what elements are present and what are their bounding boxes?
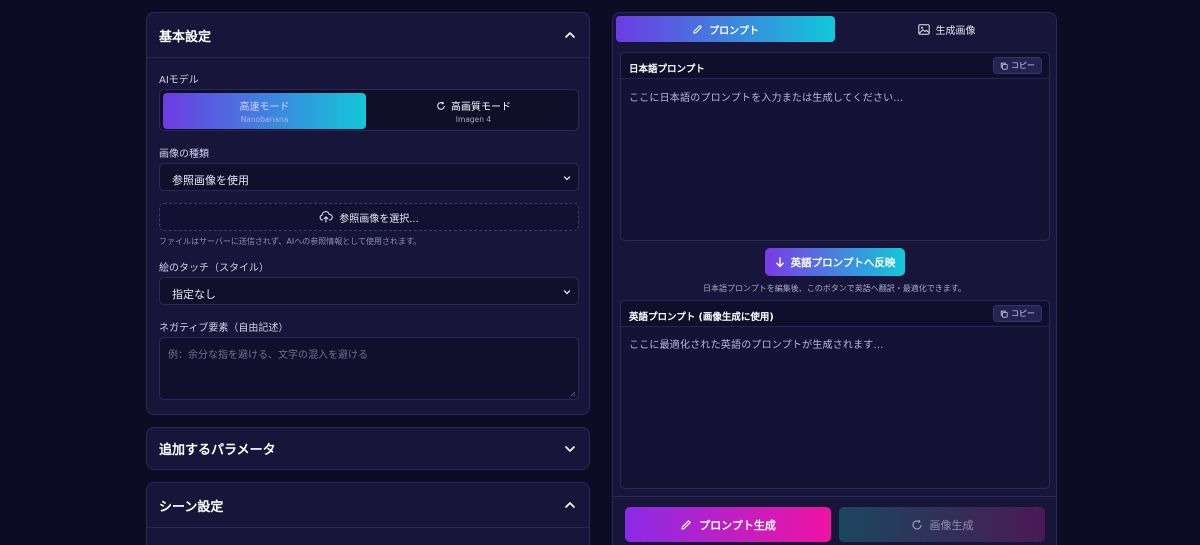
- reflect-button[interactable]: 英語プロンプトへ反映: [765, 248, 905, 276]
- resize-handle-icon[interactable]: [570, 391, 576, 397]
- image-generate-label: 画像生成: [929, 518, 974, 532]
- jp-prompt-box: 日本語プロンプト コピー ここに日本語のプロンプトを入力または生成してください.…: [620, 52, 1050, 241]
- header-divider: [147, 527, 589, 528]
- chevron-down-icon: [563, 176, 571, 181]
- pencil-icon: [693, 24, 702, 34]
- prompt-generate-button[interactable]: プロンプト生成: [625, 507, 831, 542]
- negative-textarea[interactable]: 例：余分な指を避ける、文字の混入を避ける: [159, 337, 579, 400]
- scene-header[interactable]: シーン設定: [147, 483, 589, 527]
- basic-settings-panel: 基本設定 AIモデル 高速モード Nanobanana 高画質モード Image…: [146, 12, 590, 415]
- params-panel[interactable]: 追加するパラメータ: [146, 427, 590, 470]
- chevron-up-icon: [565, 502, 575, 508]
- model-hq-button[interactable]: 高画質モード Imagen 4: [370, 93, 577, 129]
- en-prompt-box: 英語プロンプト (画像生成に使用) コピー ここに最適化された英語のプロンプトが…: [620, 300, 1050, 489]
- jp-copy-button[interactable]: コピー: [993, 57, 1042, 74]
- image-type-label: 画像の種類: [159, 149, 209, 160]
- style-label: 絵のタッチ（スタイル）: [159, 263, 269, 274]
- basic-settings-title: 基本設定: [159, 29, 212, 45]
- en-copy-button[interactable]: コピー: [993, 305, 1042, 322]
- arrow-down-icon: [775, 256, 784, 267]
- image-icon: [917, 23, 930, 35]
- en-prompt-placeholder[interactable]: ここに最適化された英語のプロンプトが生成されます...: [629, 336, 884, 351]
- ai-model-toggle: 高速モード Nanobanana 高画質モード Imagen 4: [159, 89, 579, 131]
- model-hq-label: 高画質モード: [451, 102, 511, 113]
- copy-icon: [1000, 62, 1008, 70]
- params-title: 追加するパラメータ: [159, 443, 276, 458]
- upload-icon: [319, 211, 333, 223]
- reflect-label: 英語プロンプトへ反映: [790, 256, 896, 269]
- negative-label: ネガティブ要素（自由記述）: [159, 323, 289, 334]
- chevron-down-icon: [563, 290, 571, 295]
- chevron-up-icon: [565, 32, 575, 38]
- model-fast-sub: Nanobanana: [240, 115, 289, 124]
- reflect-hint: 日本語プロンプトを編集後、このボタンで英語へ翻訳・最適化できます。: [703, 284, 966, 293]
- tab-prompt-label: プロンプト: [709, 25, 759, 37]
- upload-hint: ファイルはサーバーに送信されず、AIへの参照情報として使用されます。: [159, 237, 422, 246]
- model-fast-button[interactable]: 高速モード Nanobanana: [163, 93, 366, 129]
- upload-button[interactable]: 参照画像を選択...: [159, 203, 579, 231]
- upload-label: 参照画像を選択...: [339, 213, 419, 225]
- tab-image[interactable]: 生成画像: [837, 16, 1056, 42]
- ai-model-label: AIモデル: [159, 75, 199, 86]
- style-select[interactable]: 指定なし: [159, 277, 579, 305]
- basic-settings-header[interactable]: 基本設定: [147, 13, 589, 57]
- refresh-icon: [437, 101, 445, 110]
- image-generate-button[interactable]: 画像生成: [839, 507, 1045, 542]
- jp-prompt-placeholder[interactable]: ここに日本語のプロンプトを入力または生成してください...: [629, 89, 903, 104]
- negative-placeholder: 例：余分な指を避ける、文字の混入を避ける: [168, 350, 368, 361]
- header-divider: [147, 57, 589, 58]
- scene-title: シーン設定: [159, 499, 224, 515]
- model-fast-label: 高速モード: [239, 102, 290, 113]
- pencil-icon: [681, 519, 691, 530]
- refresh-icon: [911, 519, 922, 530]
- prompt-generate-label: プロンプト生成: [699, 518, 776, 532]
- copy-icon: [1000, 310, 1008, 318]
- jp-prompt-title: 日本語プロンプト: [629, 64, 705, 75]
- en-copy-label: コピー: [1011, 309, 1035, 318]
- image-type-value: 参照画像を使用: [172, 174, 249, 187]
- style-value: 指定なし: [172, 288, 216, 301]
- params-header[interactable]: 追加するパラメータ: [147, 428, 589, 469]
- tab-image-label: 生成画像: [935, 25, 976, 37]
- actions-divider: [613, 496, 1056, 497]
- chevron-down-icon: [565, 445, 575, 452]
- tab-prompt[interactable]: プロンプト: [616, 16, 835, 42]
- prompt-panel: プロンプト 生成画像 日本語プロンプト コピー ここに日本語のプロンプトを入力ま…: [612, 12, 1057, 545]
- image-type-select[interactable]: 参照画像を使用: [159, 163, 579, 191]
- model-hq-sub: Imagen 4: [455, 115, 492, 124]
- jp-copy-label: コピー: [1011, 61, 1035, 70]
- en-prompt-title: 英語プロンプト (画像生成に使用): [629, 312, 774, 323]
- scene-panel: シーン設定: [146, 482, 590, 545]
